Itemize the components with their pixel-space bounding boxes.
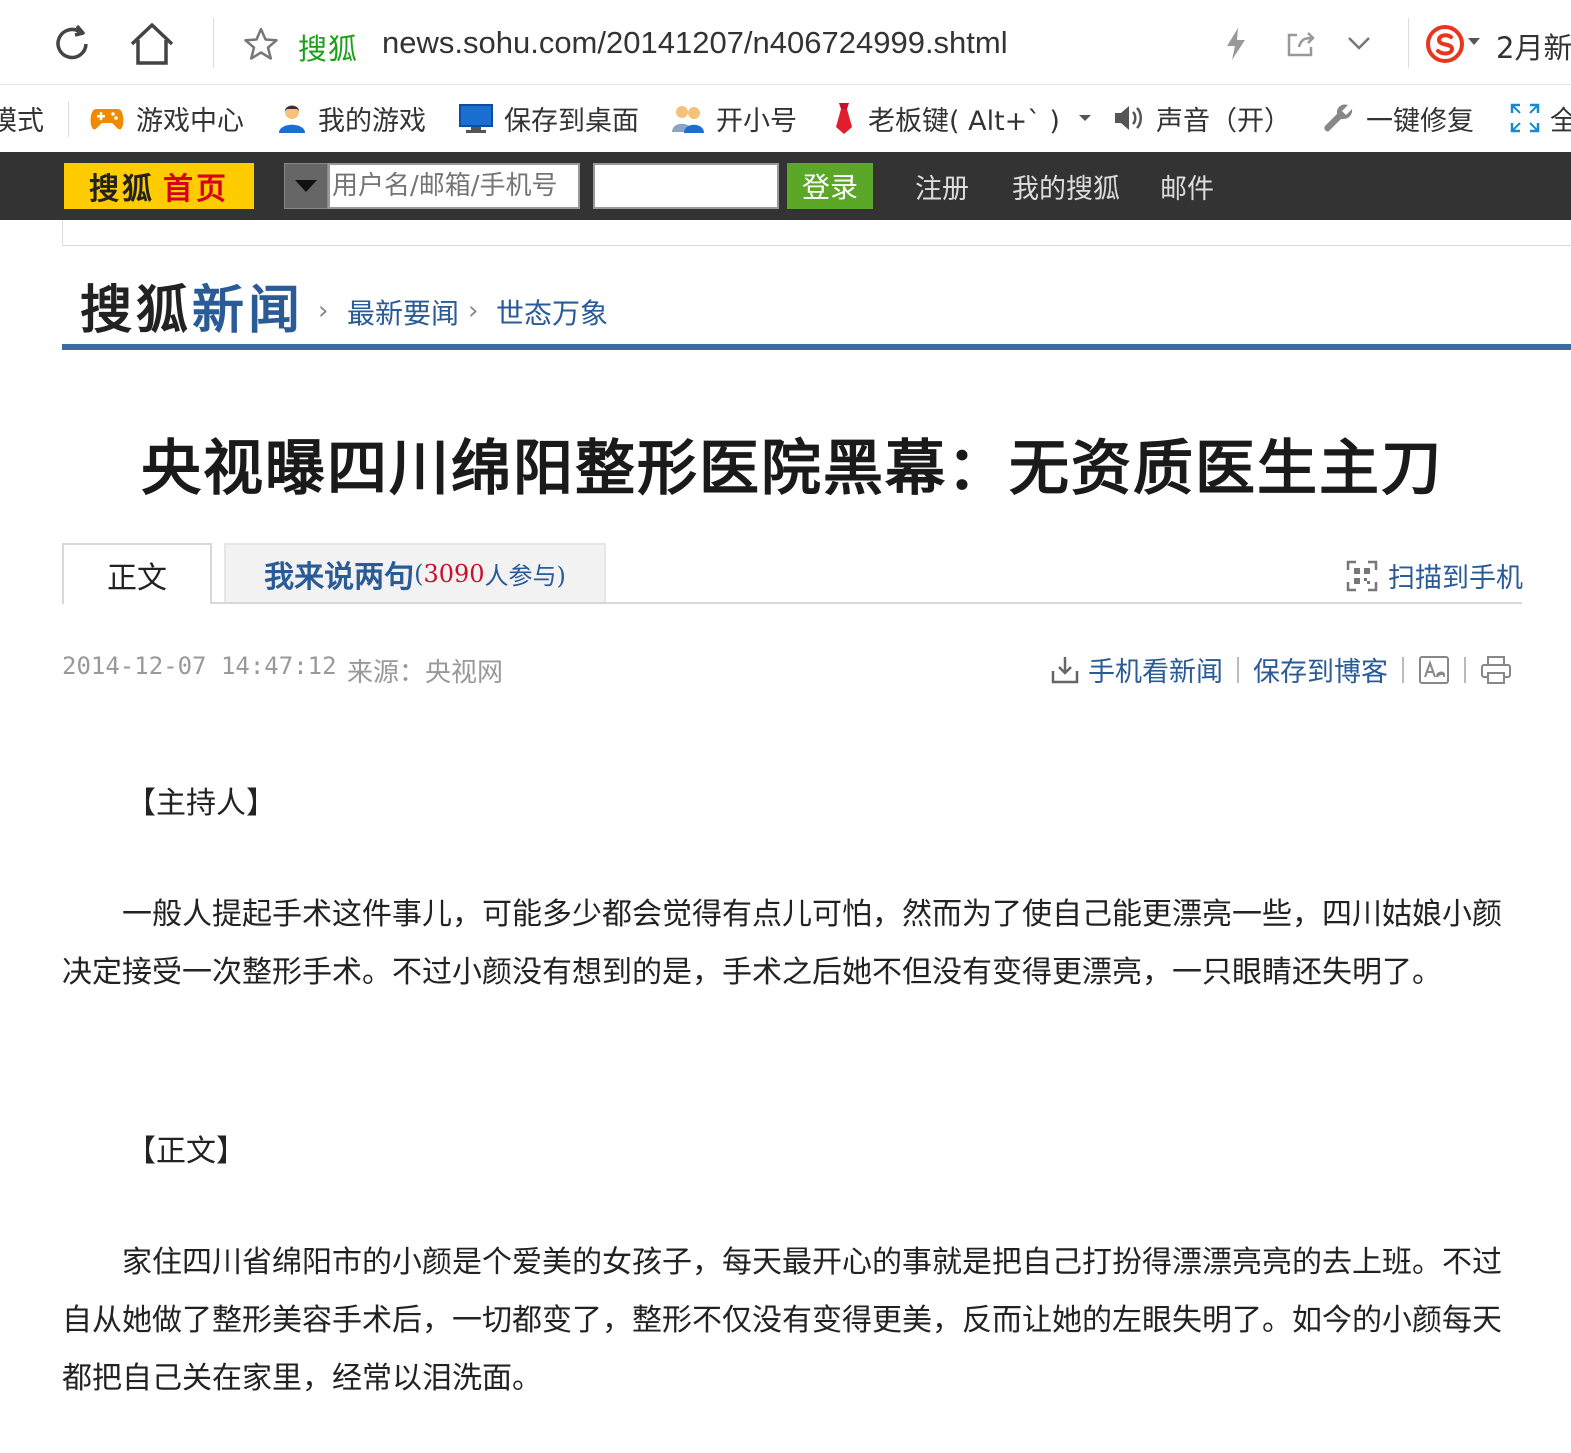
bookmark-save-desktop[interactable]: 保存到桌面 [458, 85, 639, 151]
chevron-right-icon: › [468, 296, 479, 326]
home-button-brand: 搜狐 [89, 172, 155, 207]
tools-separator [1402, 656, 1404, 683]
comment-count-open: ( [414, 559, 424, 588]
browser-address-bar: 搜狐 news.sohu.com/20141207/n406724999.sht… [0, 0, 1571, 85]
breadcrumb-latest-news[interactable]: 最新要闻 [347, 292, 459, 332]
article-paragraph: 一般人提起手术这件事儿，可能多少都会觉得有点儿可怕，然而为了使自己能更漂亮一些，… [62, 897, 1502, 990]
tab-comments[interactable]: 我来说两句(3090 人参与) [224, 543, 606, 602]
section-heading-body: 【正文】 [126, 1134, 246, 1169]
sohu-home-button[interactable]: 搜狐 首页 [64, 163, 254, 209]
font-size-icon[interactable] [1418, 655, 1450, 685]
bookmark-label: 保存到桌面 [504, 105, 639, 137]
bookmark-label: 游戏中心 [136, 105, 244, 137]
bookmark-one-click-fix[interactable]: 一键修复 [1322, 85, 1474, 151]
lightning-icon[interactable] [1224, 27, 1248, 61]
home-icon[interactable] [128, 20, 176, 68]
password-input[interactable] [593, 163, 779, 209]
chevron-right-icon: › [318, 296, 329, 326]
bookmark-label: 开小号 [716, 105, 797, 137]
comment-tab-label: 我来说两句 [264, 559, 415, 595]
tab-article-body[interactable]: 正文 [62, 543, 212, 604]
section-heading-host: 【主持人】 [126, 786, 276, 821]
dropdown-caret-icon [295, 180, 317, 192]
toolbar-right-text[interactable]: 2月新 [1496, 25, 1571, 67]
article-tools: 手机看新闻 保存到博客 [1050, 650, 1512, 689]
reload-icon[interactable] [50, 22, 94, 66]
header-divider [62, 344, 1571, 350]
username-input[interactable] [328, 163, 580, 209]
url-field[interactable]: news.sohu.com/20141207/n406724999.shtml [382, 25, 1008, 61]
user-icon [279, 105, 305, 133]
sohu-news-logo[interactable]: 搜狐新闻 [80, 268, 304, 343]
site-name-label: 搜狐 [298, 32, 359, 66]
save-to-blog-link[interactable]: 保存到博客 [1253, 650, 1388, 689]
bookmark-open-alt[interactable]: 开小号 [670, 85, 797, 151]
toolbar-divider [1408, 18, 1409, 68]
bookmark-label: 声音（开） [1156, 105, 1291, 137]
bookmark-label: 全 [1550, 105, 1571, 137]
tie-icon [836, 103, 852, 134]
sohu-login-bar: 搜狐 首页 登录 注册 我的搜狐 邮件 [0, 152, 1571, 220]
back-icon[interactable] [0, 28, 4, 56]
article-title: 央视曝四川绵阳整形医院黑幕：无资质医生主刀 [141, 434, 1443, 504]
home-button-label: 首页 [163, 172, 229, 207]
speaker-icon [1115, 106, 1142, 130]
bookmark-mode[interactable]: 模式 [0, 85, 44, 151]
bookmark-label: 我的游戏 [318, 105, 426, 137]
bookmark-label: 一键修复 [1366, 105, 1474, 137]
gamepad-icon [90, 109, 124, 130]
bookmark-boss-key[interactable]: 老板键( Alt+` ) [830, 85, 1092, 151]
top-banner-frame [62, 220, 1571, 246]
register-link[interactable]: 注册 [915, 163, 969, 209]
download-icon[interactable] [1050, 655, 1080, 685]
mobile-news-link[interactable]: 手机看新闻 [1088, 650, 1223, 689]
toolbar-divider [213, 18, 214, 68]
bookmark-my-games[interactable]: 我的游戏 [276, 85, 426, 151]
monitor-icon [459, 104, 493, 133]
account-type-dropdown[interactable] [284, 163, 328, 209]
mail-link[interactable]: 邮件 [1160, 163, 1214, 209]
bookmark-toolbar: 模式 游戏中心 我的游戏 保存到桌面 开小号 老板键(Alt+`) 声音（开… [0, 85, 1571, 151]
bookmark-game-center[interactable]: 游戏中心 [88, 85, 244, 151]
share-icon[interactable] [1285, 29, 1317, 59]
tabs-baseline [62, 602, 1522, 604]
bookmark-label: 模式 [0, 105, 44, 137]
publish-date: 2014-12-07 14:47:12 [62, 652, 337, 680]
my-sohu-link[interactable]: 我的搜狐 [1012, 163, 1120, 209]
fullscreen-icon [1510, 103, 1540, 133]
breadcrumb-society[interactable]: 世态万象 [496, 292, 608, 332]
toolbar-divider [68, 101, 69, 137]
wrench-icon [1324, 104, 1353, 132]
article-source: 来源：央视网 [347, 658, 504, 688]
bookmark-label: 老板键( Alt+` ) [868, 105, 1060, 137]
print-icon[interactable] [1480, 655, 1512, 685]
logo-section: 新闻 [192, 280, 305, 341]
sogou-s-icon[interactable] [1425, 24, 1465, 64]
bookmark-sound[interactable]: 声音（开） [1112, 85, 1291, 151]
login-button[interactable]: 登录 [787, 163, 873, 209]
dropdown-caret-icon[interactable] [1467, 37, 1481, 47]
logo-brand: 搜狐 [80, 280, 193, 341]
bookmark-fullscreen[interactable]: 全 [1510, 85, 1571, 151]
article-paragraph: 家住四川省绵阳市的小颜是个爱美的女孩子，每天最开心的事就是把自己打扮得漂漂亮亮的… [62, 1245, 1502, 1396]
users-icon [672, 106, 704, 133]
comment-count: 3090 [423, 559, 485, 588]
tools-separator [1464, 656, 1466, 683]
scan-to-phone-link[interactable]: 扫描到手机 [1346, 556, 1523, 595]
tools-separator [1237, 656, 1239, 683]
qr-code-icon [1346, 560, 1378, 591]
dropdown-caret-icon[interactable] [1078, 113, 1092, 123]
scan-label: 扫描到手机 [1388, 563, 1523, 594]
star-bookmark-icon[interactable] [243, 26, 279, 62]
chevron-down-icon[interactable] [1346, 32, 1372, 54]
comment-count-suffix: 人参与) [484, 562, 566, 590]
